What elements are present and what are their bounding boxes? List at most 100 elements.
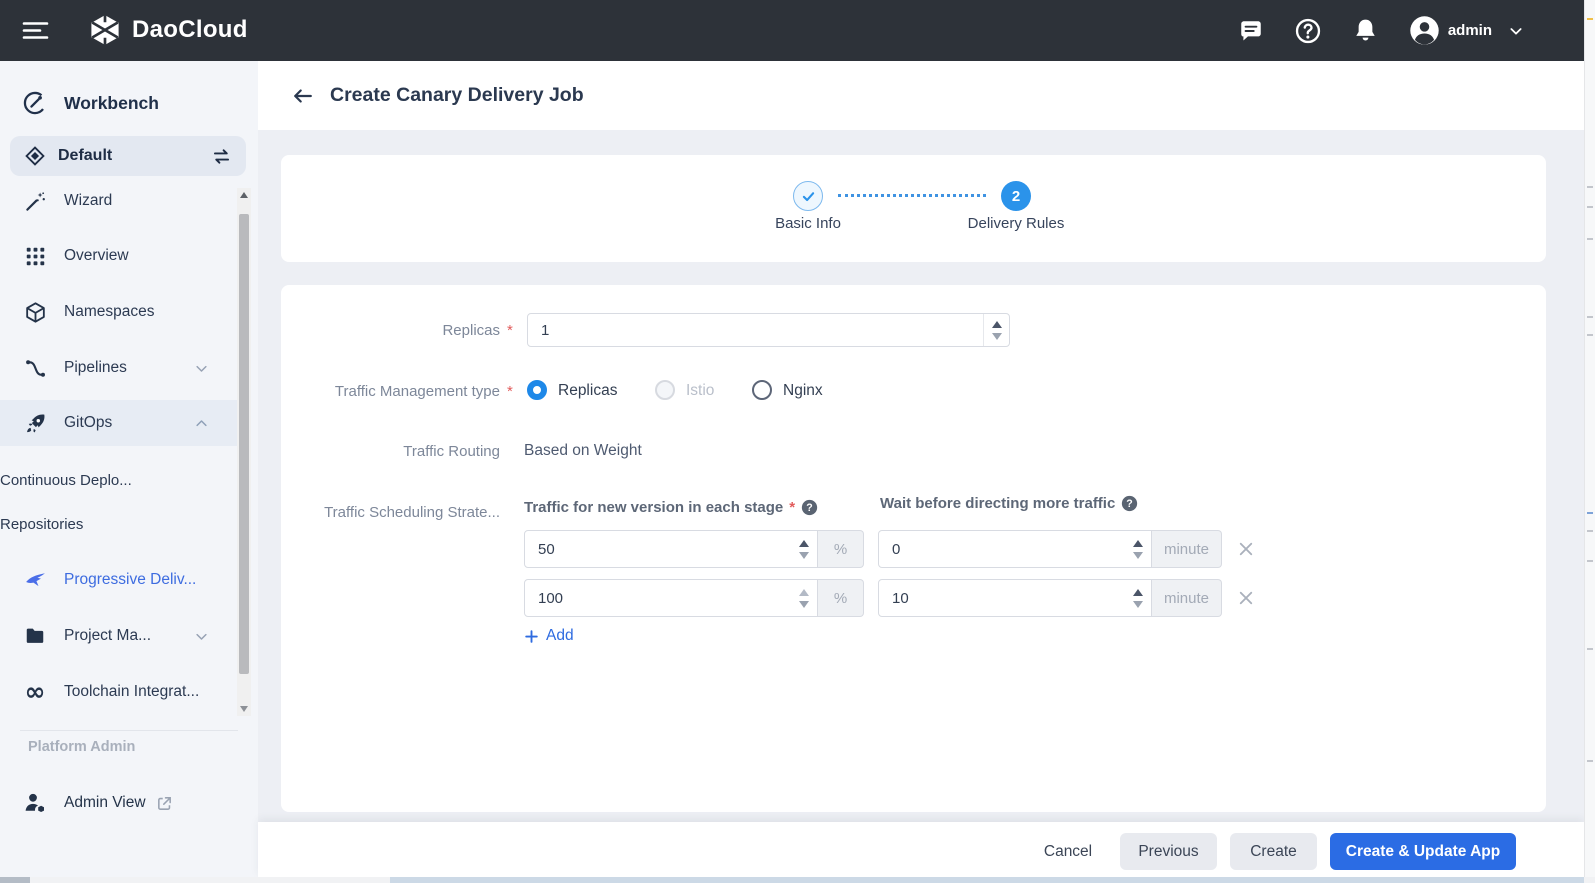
radio-replicas[interactable] [527, 380, 547, 400]
admin-user-icon [22, 791, 48, 815]
external-link-icon [156, 795, 173, 812]
sidebar-section-workbench[interactable]: Workbench [0, 81, 258, 125]
sidebar-item-label: Wizard [64, 192, 237, 210]
window-minimap-scrollbar[interactable] [1584, 0, 1595, 883]
hamburger-menu-icon[interactable] [22, 21, 49, 40]
step-delivery-rules-circle[interactable]: 2 [1001, 181, 1031, 211]
stage-1-wait-input[interactable] [879, 531, 1125, 567]
required-mark: * [507, 322, 513, 339]
stage-2-traffic-input-group [524, 579, 818, 617]
sidebar-divider [20, 730, 238, 731]
sidebar-item-toolchain-integration[interactable]: ∞ Toolchain Integrat... [0, 670, 237, 714]
sidebar-item-project-management[interactable]: Project Ma... [0, 614, 237, 658]
chevron-down-icon [194, 361, 209, 376]
add-label: Add [546, 627, 574, 645]
sidebar-scrollbar-thumb[interactable] [239, 214, 249, 674]
stage-1-delete-icon[interactable] [1237, 540, 1255, 558]
back-arrow-icon[interactable] [292, 85, 314, 107]
gitops-rocket-icon [22, 412, 48, 435]
scroll-down-button[interactable] [237, 702, 251, 716]
stage-2-wait-input[interactable] [879, 580, 1125, 616]
namespaces-cube-icon [22, 301, 48, 324]
replicas-stepper [983, 314, 1009, 346]
sidebar-item-repositories[interactable]: Repositories [0, 502, 237, 546]
sidebar-item-label: Namespaces [64, 303, 237, 321]
workbench-icon [22, 88, 48, 118]
platform-admin-label: Platform Admin [28, 739, 135, 755]
decrement-button[interactable] [799, 601, 809, 608]
radio-istio[interactable] [655, 380, 675, 400]
svg-text:?: ? [1127, 498, 1133, 510]
required-mark: * [507, 383, 513, 400]
workspace-name: Default [58, 147, 211, 165]
pipelines-icon [22, 357, 48, 380]
step-basic-info-circle[interactable] [793, 181, 823, 211]
chat-icon[interactable] [1238, 18, 1264, 44]
horizontal-scrollbar[interactable] [0, 877, 1595, 883]
previous-button[interactable]: Previous [1120, 833, 1217, 870]
sidebar-item-label: GitOps [64, 414, 194, 432]
required-mark: * [789, 499, 795, 516]
sidebar-item-namespaces[interactable]: Namespaces [0, 290, 237, 334]
help-icon[interactable] [1294, 17, 1322, 45]
stage-2-traffic-stepper [791, 580, 817, 616]
increment-button[interactable] [1133, 540, 1143, 547]
create-button[interactable]: Create [1230, 833, 1317, 870]
decrement-button[interactable] [1133, 601, 1143, 608]
svg-text:?: ? [806, 502, 812, 514]
page-title-bar: Create Canary Delivery Job [258, 61, 1584, 130]
wait-column-header: Wait before directing more traffic ? [880, 495, 1138, 512]
sidebar-item-overview[interactable]: Overview [0, 234, 237, 278]
add-stage-button[interactable]: Add [524, 627, 574, 645]
radio-nginx[interactable] [752, 380, 772, 400]
stage-1-traffic-stepper [791, 531, 817, 567]
user-menu[interactable]: admin [1409, 15, 1524, 46]
stage-2-traffic-input[interactable] [525, 580, 791, 616]
brand-logo[interactable]: DaoCloud [88, 13, 248, 47]
sidebar-scrollbar[interactable] [237, 188, 251, 716]
stage-1-minute-suffix: minute [1152, 530, 1222, 568]
sidebar-item-label: Progressive Deliv... [64, 571, 237, 589]
chevron-down-icon [194, 629, 209, 644]
scroll-up-button[interactable] [237, 188, 251, 202]
admin-view-label: Admin View [64, 794, 146, 812]
replicas-input[interactable] [528, 314, 983, 346]
sidebar-item-label: Toolchain Integrat... [64, 683, 237, 701]
radio-replicas-label: Replicas [558, 382, 617, 400]
increment-button[interactable] [1133, 589, 1143, 596]
cancel-button[interactable]: Cancel [1033, 833, 1103, 870]
switch-workspace-icon[interactable] [211, 146, 232, 167]
main-hscroll-thumb[interactable] [390, 877, 1584, 883]
delivery-rules-form: Replicas * Traffic Management type * Rep… [281, 285, 1546, 812]
stage-2-wait-stepper [1125, 580, 1151, 616]
create-and-update-app-button[interactable]: Create & Update App [1330, 833, 1516, 870]
sidebar-hscroll-thumb[interactable] [0, 877, 30, 883]
help-circle-icon[interactable]: ? [801, 499, 818, 516]
stage-2-delete-icon[interactable] [1237, 589, 1255, 607]
increment-button[interactable] [799, 540, 809, 547]
decrement-button[interactable] [992, 333, 1002, 340]
replicas-input-group [527, 313, 1010, 347]
stage-2-wait-input-group [878, 579, 1152, 617]
notifications-bell-icon[interactable] [1352, 17, 1379, 44]
increment-button[interactable] [799, 589, 809, 596]
stage-1-traffic-input[interactable] [525, 531, 791, 567]
help-circle-icon[interactable]: ? [1121, 495, 1138, 512]
sidebar-item-continuous-deployment[interactable]: Continuous Deplo... [0, 458, 237, 502]
sidebar-item-wizard[interactable]: Wizard [0, 179, 237, 223]
plus-icon [524, 629, 539, 644]
decrement-button[interactable] [799, 552, 809, 559]
sidebar-item-label: Project Ma... [64, 627, 194, 645]
increment-button[interactable] [992, 321, 1002, 328]
project-folder-icon [22, 625, 48, 647]
decrement-button[interactable] [1133, 552, 1143, 559]
sidebar-item-label: Overview [64, 247, 237, 265]
sidebar-item-admin-view[interactable]: Admin View [0, 783, 237, 823]
radio-nginx-label: Nginx [783, 382, 823, 400]
sidebar: Workbench Default Wizard Overview Namesp… [0, 61, 258, 877]
sidebar-item-progressive-delivery[interactable]: Progressive Deliv... [0, 558, 237, 602]
sidebar-item-pipelines[interactable]: Pipelines [0, 346, 237, 390]
sidebar-item-gitops[interactable]: GitOps [0, 400, 237, 446]
brand-name: DaoCloud [132, 16, 248, 44]
workspace-selector[interactable]: Default [10, 136, 246, 176]
